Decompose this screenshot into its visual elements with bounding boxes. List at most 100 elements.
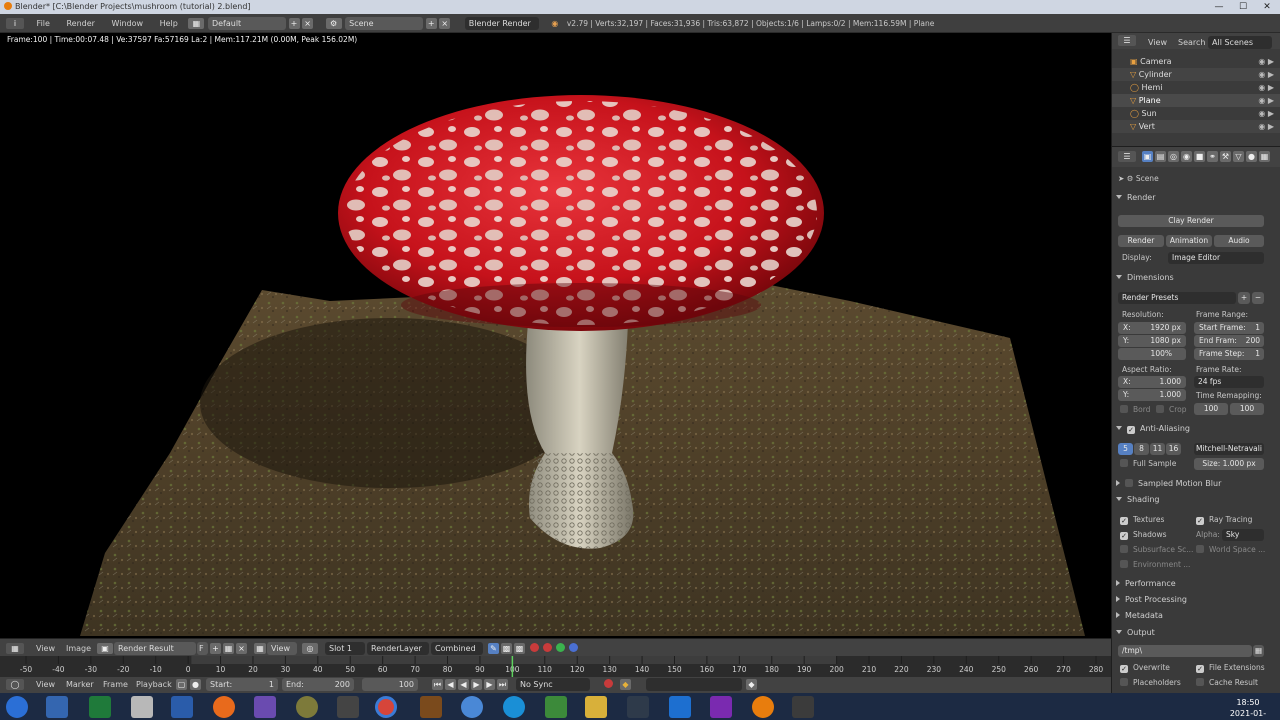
output-panel-header[interactable]: Output <box>1116 626 1266 639</box>
editor-type-timeline-icon[interactable]: ◯ <box>6 679 24 690</box>
close-window-button[interactable]: ✕ <box>1256 0 1278 14</box>
display-alpha-icon[interactable]: ▩ <box>501 643 512 654</box>
display-z-icon[interactable]: ▩ <box>514 643 525 654</box>
motion-blur-checkbox[interactable] <box>1125 479 1133 487</box>
render-result-viewport[interactable]: Frame:100 | Time:00:07.48 | Ve:37597 Fa:… <box>0 33 1111 638</box>
end-frame-field[interactable]: End: 200 <box>282 678 354 691</box>
output-path-field[interactable]: /tmp\ <box>1118 645 1252 657</box>
scene-icon[interactable]: ⚙ <box>325 18 342 29</box>
shadows-checkbox[interactable]: ✓ Shadows <box>1120 529 1167 541</box>
visibility-icon[interactable]: ◉ ▶ <box>1258 120 1274 133</box>
new-image-button[interactable]: + <box>210 643 221 654</box>
time-remap-new-field[interactable]: 100 <box>1230 403 1264 415</box>
app-icon[interactable] <box>710 696 732 718</box>
render-pass-select[interactable]: Combined <box>431 642 483 655</box>
blue-channel-icon[interactable] <box>569 643 578 652</box>
remove-screen-button[interactable]: × <box>302 18 314 29</box>
menu-render[interactable]: Render <box>62 17 98 30</box>
menu-file[interactable]: File <box>33 17 54 30</box>
animation-button[interactable]: Animation <box>1166 235 1212 247</box>
texture-tab-icon[interactable]: ▦ <box>1259 151 1270 162</box>
sync-mode-select[interactable]: No Sync <box>516 678 590 691</box>
res-y-field[interactable]: Y: 1080 px <box>1118 335 1186 347</box>
time-remap-old-field[interactable]: 100 <box>1194 403 1228 415</box>
maximize-button[interactable]: ☐ <box>1232 0 1254 14</box>
outliner-item-vert[interactable]: ▽ Vert ◉ ▶ <box>1112 120 1280 133</box>
internet-explorer-icon[interactable] <box>669 696 691 718</box>
dimensions-panel-header[interactable]: Dimensions <box>1116 271 1266 284</box>
lock-range-icon[interactable]: ● <box>190 679 201 690</box>
render-engine-select[interactable]: Blender Render <box>464 17 539 30</box>
res-percent-field[interactable]: 100% <box>1118 348 1186 360</box>
pivot-icon[interactable]: ◎ <box>302 643 318 654</box>
data-tab-icon[interactable]: ▽ <box>1233 151 1244 162</box>
outliner-view-menu[interactable]: View <box>1144 36 1171 49</box>
aa-size-field[interactable]: Size: 1.000 px <box>1194 458 1264 470</box>
editor-type-image-icon[interactable]: ▦ <box>6 643 24 654</box>
add-screen-button[interactable]: + <box>288 18 300 29</box>
file-explorer-icon[interactable] <box>585 696 607 718</box>
jump-start-icon[interactable]: ⏮ <box>432 679 443 690</box>
menu-playback[interactable]: Playback <box>132 678 176 691</box>
menu-image[interactable]: Image <box>62 642 95 655</box>
aa-filter-select[interactable]: Mitchell-Netravali <box>1194 443 1264 455</box>
media-player-icon[interactable] <box>46 696 68 718</box>
view-mode-icon[interactable]: ▦ <box>254 643 266 654</box>
record-icon[interactable] <box>543 643 552 652</box>
overwrite-checkbox[interactable]: ✓ Overwrite <box>1120 662 1170 674</box>
remove-preset-button[interactable]: − <box>1252 292 1264 304</box>
remove-scene-button[interactable]: × <box>439 18 451 29</box>
aa-samples-16[interactable]: 16 <box>1166 443 1181 455</box>
object-tab-icon[interactable]: ■ <box>1194 151 1205 162</box>
visibility-icon[interactable]: ◉ ▶ <box>1258 94 1274 107</box>
full-sample-checkbox[interactable]: Full Sample <box>1120 458 1176 470</box>
preview-range-icon[interactable]: ▢ <box>176 679 187 690</box>
textures-checkbox[interactable]: ✓ Textures <box>1120 514 1164 526</box>
performance-panel-header[interactable]: Performance <box>1116 577 1266 590</box>
scene-field[interactable]: Scene <box>345 17 424 30</box>
modifiers-tab-icon[interactable]: ⚒ <box>1220 151 1231 162</box>
res-x-field[interactable]: X: 1920 px <box>1118 322 1186 334</box>
keying-set-icon[interactable]: ◆ <box>620 679 631 690</box>
world-tab-icon[interactable]: ◉ <box>1181 151 1192 162</box>
open-image-button[interactable]: ▦ <box>223 643 234 654</box>
cache-result-checkbox[interactable]: Cache Result <box>1196 677 1258 689</box>
current-frame-field[interactable]: 100 <box>362 678 418 691</box>
editor-type-outliner-icon[interactable]: ☰ <box>1118 35 1136 46</box>
frame-rate-select[interactable]: 24 fps <box>1194 376 1264 388</box>
end-frame-prop[interactable]: End Fram: 200 <box>1194 335 1264 347</box>
jump-keyframe-forward-icon[interactable]: ▶ <box>484 679 495 690</box>
red-channel-icon[interactable] <box>530 643 539 652</box>
blender-taskbar-icon[interactable] <box>752 696 774 718</box>
add-scene-button[interactable]: + <box>425 18 437 29</box>
app-icon[interactable] <box>420 696 442 718</box>
paint-icon[interactable] <box>131 696 153 718</box>
slot-select[interactable]: Slot 1 <box>325 642 365 655</box>
auto-keying-icon[interactable] <box>604 679 613 688</box>
menu-view[interactable]: View <box>32 642 59 655</box>
menu-frame[interactable]: Frame <box>99 678 132 691</box>
aspect-y-field[interactable]: Y: 1.000 <box>1118 389 1186 401</box>
start-frame-field[interactable]: Start: 1 <box>206 678 278 691</box>
jump-end-icon[interactable]: ⏭ <box>497 679 508 690</box>
ray-tracing-checkbox[interactable]: ✓ Ray Tracing <box>1196 514 1252 526</box>
render-layer-select[interactable]: RenderLayer <box>367 642 429 655</box>
browse-folder-icon[interactable]: ▦ <box>1253 645 1264 657</box>
keying-set-field[interactable] <box>646 678 742 691</box>
post-processing-panel-header[interactable]: Post Processing <box>1116 593 1266 606</box>
shading-panel-header[interactable]: Shading <box>1116 493 1266 506</box>
frame-step-prop[interactable]: Frame Step: 1 <box>1194 348 1264 360</box>
start-frame-prop[interactable]: Start Frame: 1 <box>1194 322 1264 334</box>
chrome-icon[interactable] <box>375 696 397 718</box>
app-icon[interactable] <box>296 696 318 718</box>
view-mode-select[interactable]: View <box>267 642 297 655</box>
subsurface-checkbox[interactable]: Subsurface Sc... <box>1120 544 1193 556</box>
aa-samples-8[interactable]: 8 <box>1134 443 1149 455</box>
menu-window[interactable]: Window <box>108 17 148 30</box>
menu-timeline-view[interactable]: View <box>32 678 59 691</box>
screen-layout-icon[interactable]: ▦ <box>188 18 205 29</box>
material-tab-icon[interactable]: ● <box>1246 151 1257 162</box>
outliner-item-hemi[interactable]: ◯ Hemi ◉ ▶ <box>1112 81 1280 94</box>
environment-checkbox[interactable]: Environment ... <box>1120 559 1190 571</box>
app-icon[interactable] <box>337 696 359 718</box>
